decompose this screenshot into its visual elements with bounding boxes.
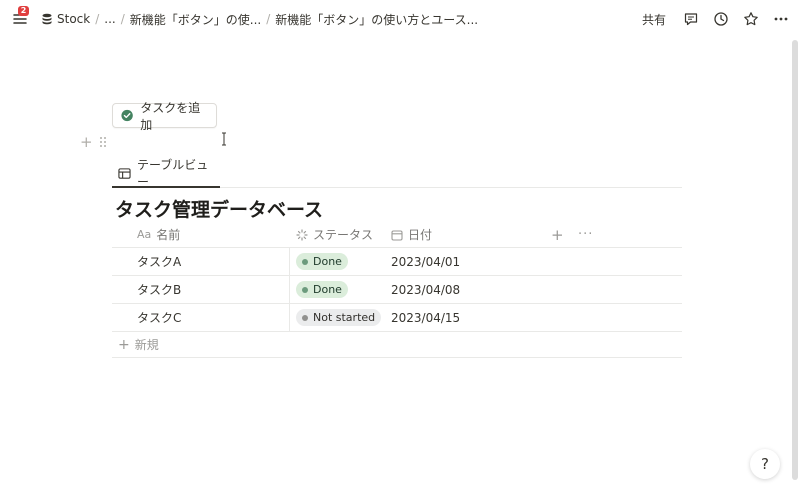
status-dot [302, 314, 308, 321]
view-tabs: テーブルビュー [112, 158, 682, 189]
block-handles: + [80, 135, 107, 150]
column-header-name[interactable]: Aa 名前 [137, 221, 180, 248]
column-header-name-label: 名前 [156, 228, 181, 242]
tab-table-view[interactable]: テーブルビュー [112, 158, 220, 189]
status-tag: Done [296, 253, 348, 270]
topbar-actions: 共有 [642, 10, 790, 28]
star-icon [744, 12, 758, 26]
new-row-button[interactable]: + 新規 [112, 332, 682, 358]
breadcrumb-stock-label: Stock [57, 12, 91, 26]
status-tag-label: Done [313, 283, 342, 296]
text-cursor-icon [222, 132, 226, 146]
column-header-date-label: 日付 [408, 228, 433, 242]
cell-name[interactable]: タスクA [137, 248, 181, 275]
column-header-status-label: ステータス [313, 228, 374, 242]
add-property-button[interactable]: + [551, 221, 564, 248]
database-title[interactable]: タスク管理データベース [115, 195, 323, 222]
calendar-icon [391, 229, 403, 241]
cell-status[interactable]: Done [289, 248, 389, 275]
comment-icon [684, 13, 698, 26]
more-button[interactable] [772, 10, 790, 28]
notification-badge: 2 [18, 6, 29, 16]
breadcrumb-current[interactable]: 新機能「ボタン」の使い方とユース... [272, 9, 481, 30]
text-property-icon: Aa [137, 228, 152, 241]
tab-table-view-label: テーブルビュー [136, 158, 209, 189]
top-bar: 2 Stock / ... / 新機能「ボタン」の使... / 新機能「ボタン」… [0, 0, 800, 38]
plus-icon: + [118, 336, 130, 353]
cell-date[interactable]: 2023/04/08 [391, 276, 460, 303]
column-header-date[interactable]: 日付 [391, 221, 432, 248]
column-header-status[interactable]: ステータス [296, 221, 373, 248]
cell-date[interactable]: 2023/04/01 [391, 248, 460, 275]
scrollbar[interactable] [792, 40, 798, 494]
status-tag: Not started [296, 309, 382, 326]
history-icon [714, 12, 728, 26]
database-table: Aa 名前 ステータス 日付 + ··· タスクA Done 2023/04/0… [112, 221, 682, 358]
breadcrumb-stock[interactable]: Stock [38, 10, 93, 28]
status-property-icon [296, 228, 308, 241]
status-tag-label: Done [313, 255, 342, 268]
breadcrumb: Stock / ... / 新機能「ボタン」の使... / 新機能「ボタン」の使… [38, 9, 481, 30]
cell-date[interactable]: 2023/04/15 [391, 304, 460, 331]
breadcrumb-ellipsis[interactable]: ... [101, 10, 118, 28]
status-tag-label: Not started [313, 311, 376, 324]
database-icon [42, 13, 52, 25]
sidebar-menu-button[interactable]: 2 [10, 6, 30, 29]
status-dot [302, 258, 308, 265]
breadcrumb-separator: / [120, 12, 125, 26]
status-tag: Done [296, 281, 348, 298]
cell-status[interactable]: Not started [289, 304, 389, 331]
table-header: Aa 名前 ステータス 日付 + ··· [112, 221, 682, 248]
cell-name[interactable]: タスクB [137, 276, 181, 303]
table-row[interactable]: タスクA Done 2023/04/01 [112, 248, 682, 276]
more-icon [774, 17, 788, 21]
breadcrumb-separator: / [95, 12, 100, 26]
breadcrumb-parent[interactable]: 新機能「ボタン」の使... [127, 9, 264, 30]
table-icon [118, 167, 131, 179]
add-task-label: タスクを追加 [140, 100, 201, 132]
table-row[interactable]: タスクC Not started 2023/04/15 [112, 304, 682, 332]
scrollbar-thumb[interactable] [792, 40, 798, 480]
share-button[interactable]: 共有 [642, 11, 666, 28]
new-row-label: 新規 [134, 338, 159, 352]
favorite-button[interactable] [742, 10, 760, 28]
table-more-button[interactable]: ··· [578, 221, 593, 248]
breadcrumb-separator: / [266, 12, 271, 26]
status-dot [302, 286, 308, 293]
check-circle-icon [121, 109, 133, 122]
cell-name[interactable]: タスクC [137, 304, 181, 331]
help-button[interactable]: ? [750, 449, 780, 479]
add-task-button[interactable]: タスクを追加 [112, 101, 217, 132]
table-row[interactable]: タスクB Done 2023/04/08 [112, 276, 682, 304]
drag-handle-icon[interactable] [99, 136, 107, 148]
add-block-icon[interactable]: + [80, 135, 93, 150]
history-button[interactable] [712, 10, 730, 28]
comment-button[interactable] [682, 10, 700, 28]
cell-status[interactable]: Done [289, 276, 389, 303]
